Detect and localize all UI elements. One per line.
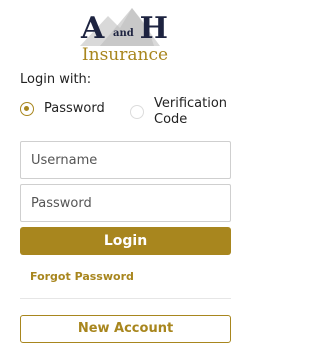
logo-tagline: Insurance	[81, 45, 169, 65]
username-input[interactable]	[21, 142, 230, 178]
logo-and: and	[113, 28, 134, 39]
radio-unselected-icon[interactable]	[130, 105, 144, 119]
company-logo: A H and Insurance	[0, 2, 250, 66]
radio-selected-icon[interactable]	[20, 102, 34, 116]
radio-verification-label: Verification Code	[154, 96, 228, 127]
radio-verification-code[interactable]: Verification Code	[130, 96, 227, 128]
username-field[interactable]	[20, 141, 231, 179]
forgot-password-link[interactable]: Forgot Password	[30, 270, 134, 283]
password-field[interactable]	[20, 184, 231, 222]
new-account-button[interactable]: New Account	[20, 315, 231, 343]
login-with-heading: Login with:	[20, 72, 92, 87]
password-input[interactable]	[21, 185, 230, 221]
radio-password[interactable]: Password	[20, 101, 105, 117]
radio-password-label: Password	[44, 101, 105, 116]
login-button[interactable]: Login	[20, 227, 231, 255]
divider	[20, 298, 231, 299]
